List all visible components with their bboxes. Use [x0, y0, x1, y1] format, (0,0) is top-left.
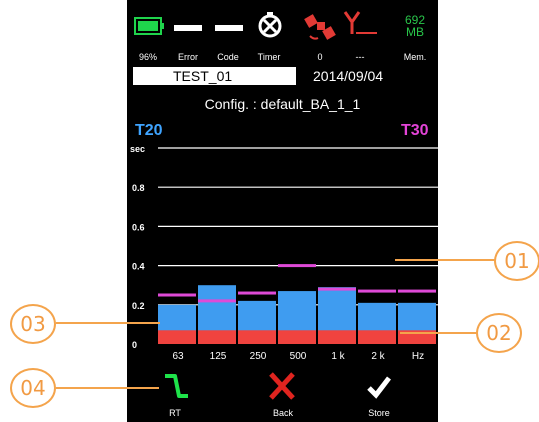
low-bar	[238, 330, 276, 344]
callout-02: 02	[476, 313, 522, 353]
x-tick-label: Hz	[412, 351, 424, 362]
rt-curve-icon	[165, 374, 188, 398]
rt-label: RT	[169, 408, 181, 418]
t30-marker	[358, 289, 396, 293]
t30-marker	[278, 264, 316, 268]
callout-03-line	[56, 322, 160, 324]
x-tick-label: 250	[250, 351, 267, 362]
y-tick-label: 0.2	[132, 301, 145, 311]
y-tick-label: 0.4	[132, 262, 145, 272]
callout-01-line	[395, 259, 496, 261]
t30-marker	[238, 291, 276, 295]
checkmark-icon	[367, 376, 391, 399]
callout-01: 01	[494, 241, 539, 281]
rt-chart: sec 0.8 0.6 0.4 0.2 0 63 125 250 500 1 k 2 k Hz	[130, 144, 438, 362]
x-tick-label: 63	[172, 351, 184, 362]
callout-03: 03	[10, 304, 56, 344]
close-icon	[269, 372, 295, 400]
callout-04-line	[56, 387, 159, 389]
x-tick-label: 1 k	[331, 351, 345, 362]
low-bar	[318, 330, 356, 344]
t30-marker	[198, 299, 236, 303]
store-label: Store	[368, 408, 390, 418]
callout-04: 04	[10, 368, 56, 408]
low-bar	[278, 330, 316, 344]
x-tick-label: 500	[290, 351, 307, 362]
x-tick-label: 2 k	[371, 351, 385, 362]
y-tick-label: 0.8	[132, 183, 145, 193]
t30-marker	[158, 293, 196, 297]
t30-marker	[318, 287, 356, 291]
low-bar	[358, 330, 396, 344]
y-tick-label: 0	[132, 340, 137, 350]
low-bar	[158, 330, 196, 344]
low-bar	[198, 330, 236, 344]
back-label: Back	[272, 408, 293, 418]
y-unit-label: sec	[130, 144, 145, 154]
rt-softkey[interactable]: RT	[155, 370, 195, 420]
t30-marker	[398, 289, 436, 293]
back-softkey[interactable]: Back	[263, 370, 303, 420]
callout-02-line	[400, 332, 478, 334]
y-tick-label: 0.6	[132, 222, 145, 232]
device-screen: 692 MB 96% Error Code Timer 0 --- Mem. T…	[127, 0, 438, 422]
x-tick-label: 125	[210, 351, 227, 362]
store-softkey[interactable]: Store	[359, 370, 399, 420]
